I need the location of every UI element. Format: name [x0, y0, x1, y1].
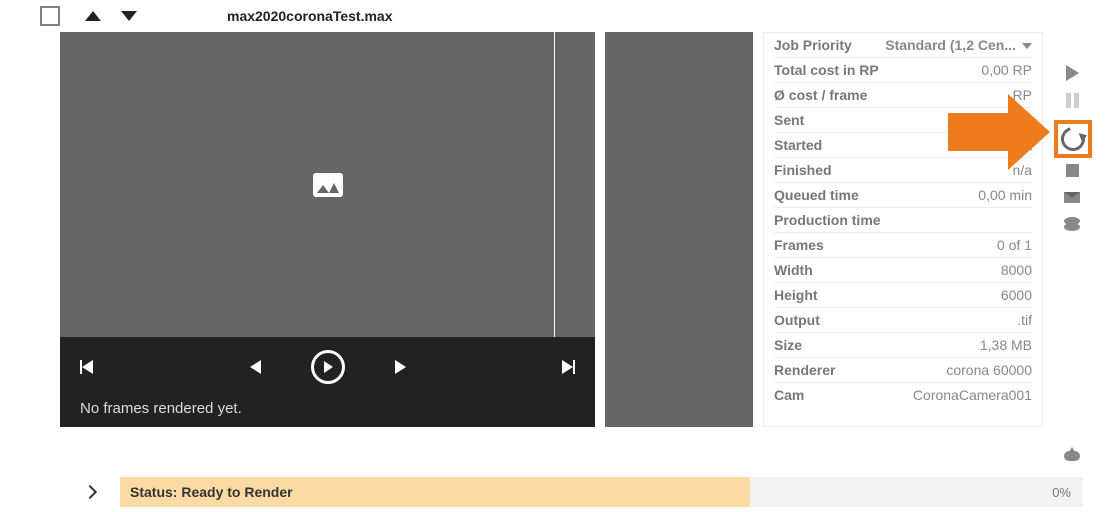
- layers-icon: [1064, 217, 1080, 231]
- play-icon: [1066, 65, 1079, 81]
- status-percent: 0%: [750, 477, 1083, 507]
- sort-down-icon[interactable]: [121, 11, 137, 21]
- arrow-annotation: [948, 94, 1050, 170]
- first-frame-button[interactable]: [80, 360, 93, 374]
- prev-frame-button[interactable]: [250, 360, 261, 374]
- details-panel: Job PriorityStandard (1,2 Cen... Total c…: [763, 32, 1043, 427]
- pause-button[interactable]: [1058, 89, 1086, 111]
- cloud-upload-icon: [1064, 451, 1080, 461]
- detail-row: Queued time0,00 min: [774, 183, 1032, 208]
- detail-row: Frames0 of 1: [774, 233, 1032, 258]
- status-text: Status: Ready to Render: [120, 477, 750, 507]
- select-checkbox[interactable]: [40, 6, 60, 26]
- layers-button[interactable]: [1058, 213, 1086, 235]
- detail-row: Height6000: [774, 283, 1032, 308]
- dropdown-icon: [1022, 43, 1032, 49]
- detail-row: Size1,38 MB: [774, 333, 1032, 358]
- preview-message: No frames rendered yet.: [80, 400, 575, 417]
- mail-button[interactable]: [1058, 186, 1086, 208]
- expand-status-button[interactable]: [60, 477, 120, 507]
- sort-up-icon[interactable]: [85, 11, 101, 21]
- job-filename: max2020coronaTest.max: [227, 8, 393, 24]
- detail-row: Total cost in RP0,00 RP: [774, 58, 1032, 83]
- status-bar: Status: Ready to Render 0%: [60, 477, 1083, 507]
- preview-thumbnails: [605, 32, 753, 427]
- image-placeholder-icon: [313, 173, 343, 197]
- priority-dropdown[interactable]: Standard (1,2 Cen...: [885, 37, 1032, 53]
- detail-row: Job PriorityStandard (1,2 Cen...: [774, 33, 1032, 58]
- preview-main: [60, 32, 595, 337]
- reload-icon[interactable]: [1057, 123, 1090, 156]
- last-frame-button[interactable]: [562, 360, 575, 374]
- detail-row: CamCoronaCamera001: [774, 383, 1032, 407]
- highlight-annotation: [1054, 120, 1092, 158]
- start-button[interactable]: [1058, 62, 1086, 84]
- stop-icon: [1066, 164, 1079, 177]
- upload-button[interactable]: [1058, 445, 1086, 467]
- chevron-right-icon: [83, 485, 97, 499]
- playback-bar: No frames rendered yet.: [60, 337, 595, 427]
- detail-row: Production time: [774, 208, 1032, 233]
- next-frame-button[interactable]: [395, 360, 406, 374]
- detail-row: Width8000: [774, 258, 1032, 283]
- detail-row: Renderercorona 60000: [774, 358, 1032, 383]
- play-button[interactable]: [311, 350, 345, 384]
- detail-row: Output.tif: [774, 308, 1032, 333]
- stop-button[interactable]: [1058, 159, 1086, 181]
- mail-icon: [1064, 192, 1080, 203]
- pause-icon: [1066, 93, 1079, 108]
